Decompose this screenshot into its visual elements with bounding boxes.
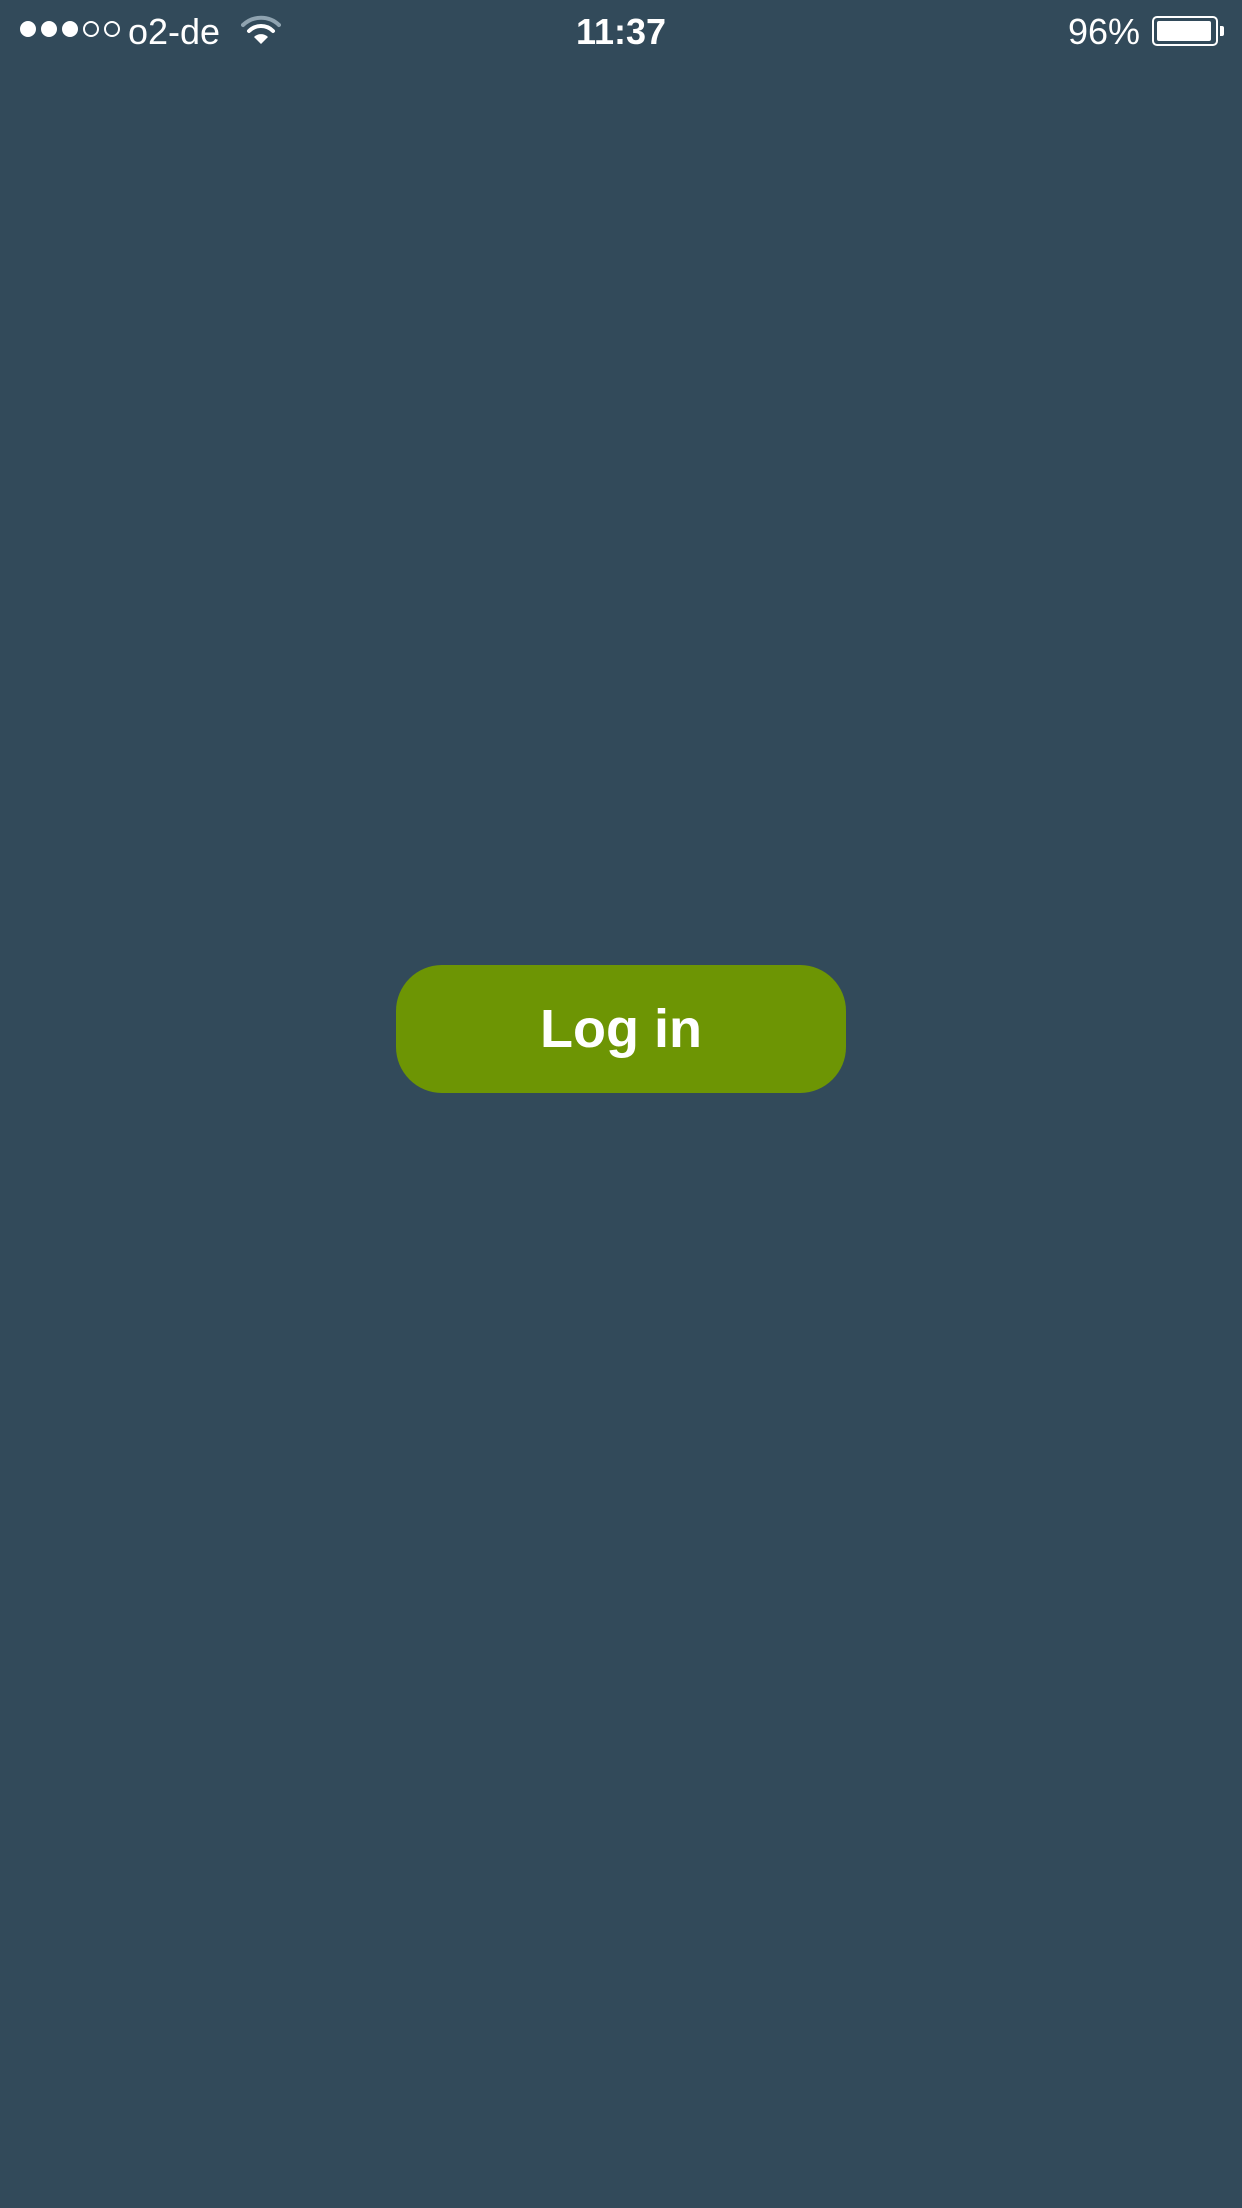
battery-icon bbox=[1152, 16, 1218, 46]
battery-percentage: 96% bbox=[1067, 11, 1140, 52]
login-button[interactable]: Log in bbox=[396, 965, 846, 1093]
status-bar: o2-de 11:37 96% bbox=[0, 0, 1242, 62]
battery-level-fill bbox=[1157, 21, 1211, 41]
battery-tip bbox=[1220, 26, 1224, 36]
status-time: 11:37 bbox=[575, 11, 667, 52]
